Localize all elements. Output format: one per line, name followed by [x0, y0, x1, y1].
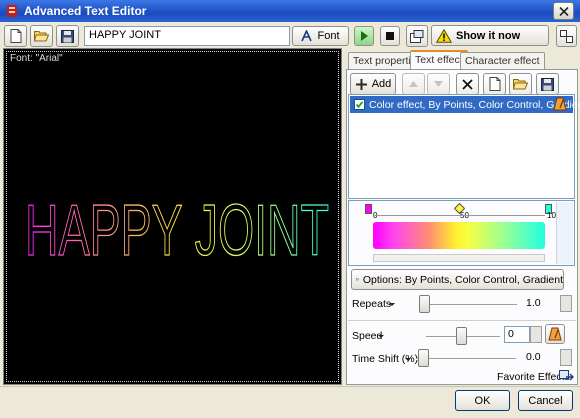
app-icon — [6, 4, 18, 18]
time-shift-slider-thumb[interactable] — [418, 349, 429, 367]
speed-metronome-button[interactable] — [545, 324, 565, 344]
checkmark-icon — [355, 101, 364, 109]
gradient-ruler — [373, 215, 545, 220]
repeats-slider[interactable] — [419, 304, 517, 306]
font-icon — [301, 30, 313, 42]
effect-label: Color effect, By Points, Color Control, … — [369, 98, 580, 111]
stop-icon — [386, 32, 394, 40]
close-icon — [559, 7, 569, 16]
open-button[interactable] — [30, 25, 53, 47]
gradient-scrollbar[interactable] — [373, 254, 545, 262]
arrow-up-icon — [409, 81, 418, 87]
cancel-button[interactable]: Cancel — [518, 390, 573, 411]
preview-settings-button[interactable] — [406, 25, 428, 47]
show-it-now-button[interactable]: Show it now — [431, 25, 549, 46]
time-shift-slider[interactable] — [416, 358, 516, 360]
speed-slider-thumb[interactable] — [456, 327, 467, 345]
repeats-spinner[interactable] — [560, 295, 572, 312]
text-input[interactable]: HAPPY JOINT — [84, 26, 290, 46]
open-folder-icon — [513, 79, 528, 90]
save-effect-button[interactable] — [536, 73, 559, 95]
delete-effect-button[interactable] — [456, 73, 479, 95]
metronome-icon — [553, 97, 567, 114]
layout-button[interactable] — [556, 25, 577, 47]
show-it-now-label: Show it now — [456, 29, 521, 42]
footer-divider — [0, 386, 580, 387]
vertical-scrollbar[interactable] — [556, 202, 573, 264]
repeats-slider-thumb[interactable] — [419, 295, 430, 313]
add-icon — [355, 78, 367, 90]
gradient-start-stop[interactable] — [365, 204, 372, 214]
font-button[interactable]: Font — [292, 26, 349, 46]
options-button[interactable]: Options: By Points, Color Control, Gradi… — [351, 269, 564, 290]
warning-icon — [436, 28, 452, 43]
ok-button[interactable]: OK — [455, 390, 510, 411]
arrow-down-icon — [434, 81, 443, 87]
move-up-button[interactable] — [402, 73, 425, 95]
list-item[interactable]: Color effect, By Points, Color Control, … — [350, 96, 580, 114]
new-document-button[interactable] — [4, 25, 27, 47]
open-folder-icon — [34, 31, 49, 42]
add-effect-label: Add — [371, 78, 392, 90]
screen-settings-icon — [410, 29, 424, 43]
speed-value[interactable]: 0 — [504, 326, 530, 343]
play-icon — [361, 31, 368, 41]
effect-list[interactable]: Color effect, By Points, Color Control, … — [348, 94, 580, 199]
save-disk-icon — [541, 77, 554, 91]
time-shift-spinner[interactable] — [560, 349, 572, 366]
save-button[interactable] — [56, 25, 79, 47]
new-file-icon — [489, 77, 500, 91]
favorite-effects-icon[interactable] — [559, 370, 574, 386]
save-disk-icon — [61, 29, 74, 43]
window-title: Advanced Text Editor — [24, 4, 147, 18]
options-label: Options: By Points, Color Control, Gradi… — [362, 273, 563, 286]
close-button[interactable] — [553, 2, 574, 20]
layout-icon — [560, 29, 573, 43]
time-shift-value[interactable]: 0.0 — [522, 349, 560, 366]
gradient-editor[interactable]: 0 50 100 — [348, 200, 575, 266]
preview-canvas: Font: "Arial" HAPPY JOINT — [6, 51, 339, 382]
speed-spinner[interactable] — [530, 326, 542, 343]
new-file-icon — [10, 29, 21, 43]
repeats-value[interactable]: 1.0 — [522, 295, 560, 312]
delete-x-icon — [462, 78, 473, 90]
stop-button[interactable] — [380, 26, 400, 46]
metronome-icon — [548, 327, 562, 341]
divider — [348, 320, 576, 321]
speed-dropdown-icon[interactable] — [378, 331, 384, 344]
open-effect-button[interactable] — [509, 73, 532, 95]
preview-text: HAPPY JOINT — [25, 191, 329, 271]
move-down-button[interactable] — [427, 73, 450, 95]
new-effect-button[interactable] — [483, 73, 506, 95]
effect-checkbox[interactable] — [354, 99, 365, 110]
options-icon — [356, 278, 359, 281]
font-button-label: Font — [317, 30, 340, 42]
repeats-label: Repeats — [352, 298, 392, 310]
time-shift-dropdown-icon[interactable] — [405, 354, 411, 367]
preview-area[interactable]: Font: "Arial" HAPPY JOINT — [3, 48, 342, 385]
play-button[interactable] — [354, 26, 374, 46]
gradient-bar[interactable] — [373, 222, 545, 249]
tab-character-effect[interactable]: Character effect — [460, 52, 545, 69]
add-effect-button[interactable]: Add — [350, 73, 396, 95]
repeats-dropdown-icon[interactable] — [389, 299, 395, 312]
title-bar[interactable]: Advanced Text Editor — [0, 0, 580, 22]
